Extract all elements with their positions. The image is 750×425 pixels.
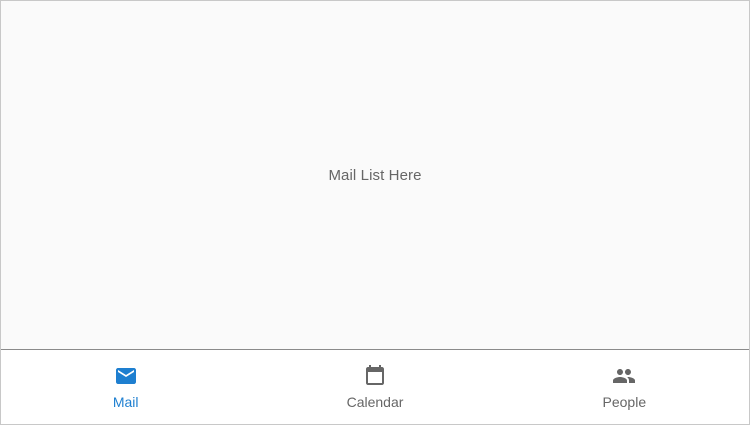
- tab-people-label: People: [602, 394, 647, 410]
- mail-icon: [115, 368, 136, 384]
- mail-list-area: Mail List Here: [1, 1, 749, 350]
- tab-calendar[interactable]: Calendar: [250, 350, 499, 424]
- tab-mail-label: Mail: [112, 394, 139, 410]
- tab-mail[interactable]: Mail: [1, 350, 250, 424]
- app-window: Mail List Here Mail Calendar People: [0, 0, 750, 425]
- bottom-navigation-bar: Mail Calendar People: [1, 349, 749, 424]
- calendar-icon: [365, 365, 384, 385]
- mail-list-placeholder: Mail List Here: [328, 167, 422, 184]
- tab-people[interactable]: People: [500, 350, 749, 424]
- people-icon: [613, 369, 636, 383]
- tab-calendar-label: Calendar: [346, 394, 404, 410]
